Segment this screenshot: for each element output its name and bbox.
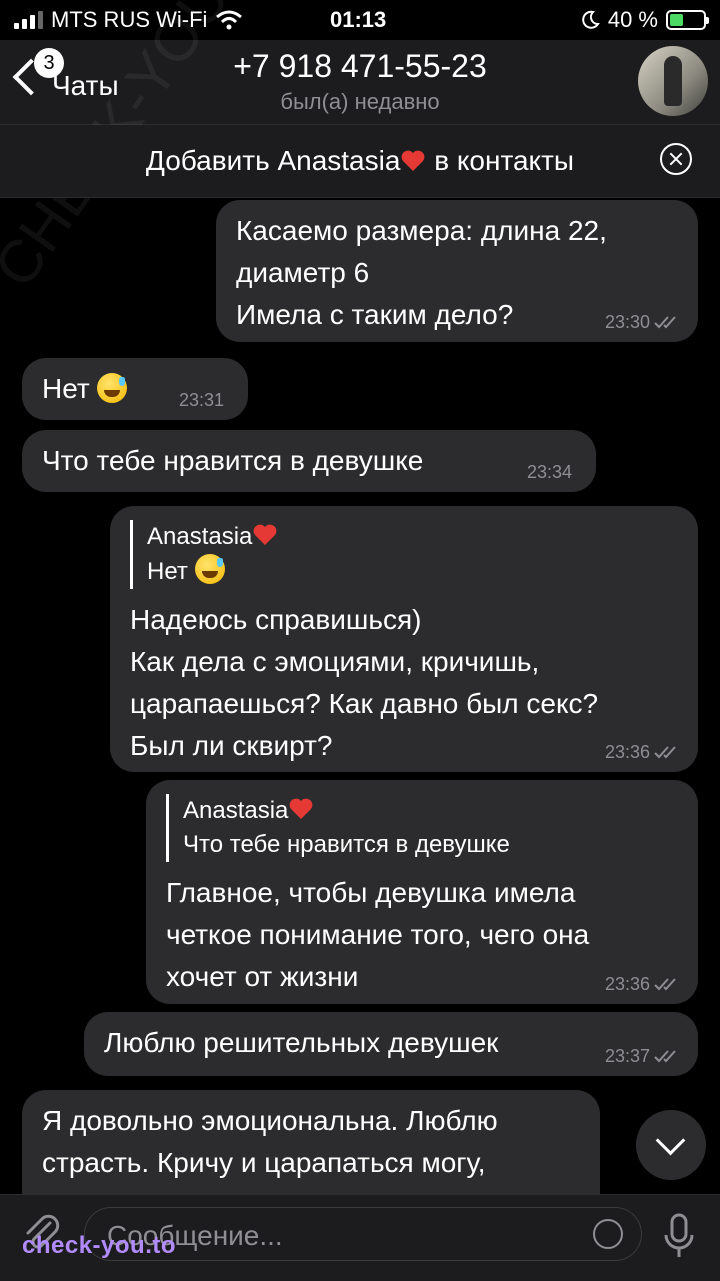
emoji-sweat-smile-icon: [194, 554, 225, 584]
sticker-icon[interactable]: [593, 1219, 623, 1249]
message-time: 23:31: [178, 390, 224, 410]
reply-text: Нет: [147, 554, 678, 589]
message-text-content: Нет: [42, 373, 90, 404]
heart-icon: [290, 798, 313, 819]
message-text: Главное, чтобы девушка имела четкое пони…: [166, 877, 590, 992]
double-check-icon: [654, 746, 676, 759]
double-check-icon: [654, 316, 676, 329]
message-meta: 23:36: [605, 974, 680, 994]
status-bar: MTS RUS Wi-Fi 01:13 40 %: [0, 0, 720, 40]
double-check-icon: [654, 978, 676, 991]
watermark: check-you.to: [22, 1232, 177, 1259]
battery-percent: 40 %: [607, 7, 658, 32]
reply-author-name: Anastasia: [147, 523, 253, 550]
message-time: 23:34: [526, 462, 572, 482]
reply-author: Anastasia: [183, 794, 678, 828]
message-time: 23:36: [604, 742, 650, 762]
double-check-icon: [654, 1050, 676, 1063]
reply-text: Что тебе нравится в девушке: [183, 831, 510, 858]
message-meta: 23:37: [605, 1046, 680, 1066]
message-meta: 23:36: [605, 742, 680, 762]
message-bubble[interactable]: Люблю решительных девушек 23:37: [84, 1012, 698, 1076]
chat-subtitle: был(а) недавно: [280, 89, 440, 114]
battery-icon: [666, 10, 709, 30]
scroll-down-button[interactable]: [636, 1110, 706, 1180]
reply-quote[interactable]: Anastasia Что тебе нравится в девушке: [166, 794, 678, 862]
add-contact-bar: Добавить Anastasia в контакты: [0, 125, 720, 198]
reply-author: Anastasia: [147, 520, 678, 554]
chat-title: +7 918 471-55-23: [233, 48, 487, 84]
reply-author-name: Anastasia: [183, 797, 289, 824]
chat-title-area[interactable]: +7 918 471-55-23 был(а) недавно: [160, 48, 560, 115]
message-time: 23:30: [604, 312, 650, 332]
moon-icon: [582, 10, 600, 29]
message-meta: 23:30: [605, 312, 680, 332]
message-bubble[interactable]: Что тебе нравится в девушке 23:34: [22, 430, 596, 492]
signal-icon: [14, 11, 43, 29]
mic-icon[interactable]: [662, 1213, 696, 1259]
close-circle-icon[interactable]: [660, 143, 692, 175]
add-contact-prefix: Добавить Anastasia: [145, 145, 401, 176]
emoji-sweat-smile-icon: [97, 373, 128, 403]
heart-icon: [254, 524, 277, 545]
message-bubble[interactable]: Касаемо размера: длина 22, диаметр 6 Име…: [216, 200, 698, 342]
message-time: 23:37: [604, 1046, 650, 1066]
message-text: Надеюсь справишься) Как дела с эмоциями,…: [130, 604, 599, 761]
add-contact-button[interactable]: Добавить Anastasia в контакты: [0, 145, 720, 177]
message-text: Что тебе нравится в девушке: [42, 445, 424, 476]
status-time: 01:13: [330, 7, 387, 32]
heart-icon: [402, 150, 425, 171]
message-text: Я довольно эмоциональна. Люблю страсть. …: [42, 1105, 498, 1178]
add-contact-suffix: в контакты: [434, 145, 575, 176]
battery-fill: [670, 14, 683, 26]
message-bubble[interactable]: Anastasia Что тебе нравится в девушке Гл…: [146, 780, 698, 1004]
reply-quote[interactable]: Anastasia Нет: [130, 520, 678, 589]
status-right: 40 %: [580, 7, 709, 33]
message-bubble[interactable]: Нет 23:31: [22, 358, 248, 420]
message-time: 23:36: [604, 974, 650, 994]
avatar[interactable]: [638, 46, 708, 116]
reply-text-content: Нет: [147, 558, 188, 585]
message-text: Люблю решительных девушек: [104, 1027, 499, 1058]
message-bubble[interactable]: Anastasia Нет Надеюсь справишься) Как де…: [110, 506, 698, 772]
